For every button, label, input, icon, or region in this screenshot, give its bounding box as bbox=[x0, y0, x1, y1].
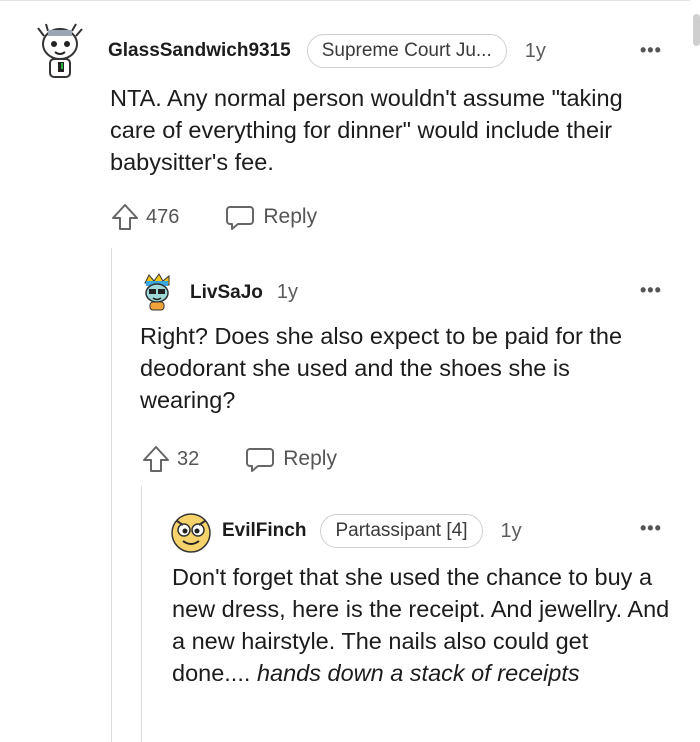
username[interactable]: LivSaJo bbox=[190, 282, 263, 304]
more-options-icon[interactable]: ••• bbox=[640, 40, 662, 61]
comment-actions: 476 Reply bbox=[110, 202, 317, 232]
upvote-count: 476 bbox=[146, 205, 180, 228]
comment-body-italic: hands down a stack of receipts bbox=[256, 660, 580, 686]
comment-header: EvilFinch Partassipant [4] 1y bbox=[222, 514, 522, 548]
reply-icon[interactable] bbox=[225, 203, 255, 231]
avatar[interactable] bbox=[171, 513, 211, 553]
thread-line[interactable] bbox=[111, 248, 112, 742]
comment-actions: 32 Reply bbox=[141, 444, 337, 474]
avatar[interactable] bbox=[34, 22, 86, 82]
user-flair: Partassipant [4] bbox=[320, 514, 483, 548]
timestamp[interactable]: 1y bbox=[277, 281, 298, 304]
comment-body: NTA. Any normal person wouldn't assume "… bbox=[110, 85, 623, 175]
more-options-icon[interactable]: ••• bbox=[640, 280, 662, 301]
upvote-icon[interactable] bbox=[141, 444, 171, 474]
comment-header: LivSaJo 1y bbox=[190, 281, 298, 304]
more-options-icon[interactable]: ••• bbox=[640, 518, 662, 539]
reply-icon[interactable] bbox=[245, 445, 275, 473]
username[interactable]: EvilFinch bbox=[222, 520, 306, 542]
top-divider bbox=[0, 0, 690, 1]
user-flair: Supreme Court Ju... bbox=[306, 34, 507, 68]
timestamp[interactable]: 1y bbox=[501, 520, 522, 543]
reply-button[interactable]: Reply bbox=[263, 205, 317, 229]
reply-button[interactable]: Reply bbox=[283, 447, 337, 471]
avatar[interactable] bbox=[140, 273, 174, 311]
username[interactable]: GlassSandwich9315 bbox=[108, 40, 291, 62]
thread-line[interactable] bbox=[141, 486, 142, 742]
scrollbar[interactable] bbox=[693, 14, 700, 46]
comment-header: GlassSandwich9315 Supreme Court Ju... 1y bbox=[108, 34, 546, 68]
timestamp[interactable]: 1y bbox=[525, 40, 546, 63]
comment-body: Right? Does she also expect to be paid f… bbox=[140, 323, 623, 413]
comment-body: Don't forget that she used the chance to… bbox=[172, 561, 672, 689]
upvote-icon[interactable] bbox=[110, 202, 140, 232]
upvote-count: 32 bbox=[177, 447, 200, 470]
